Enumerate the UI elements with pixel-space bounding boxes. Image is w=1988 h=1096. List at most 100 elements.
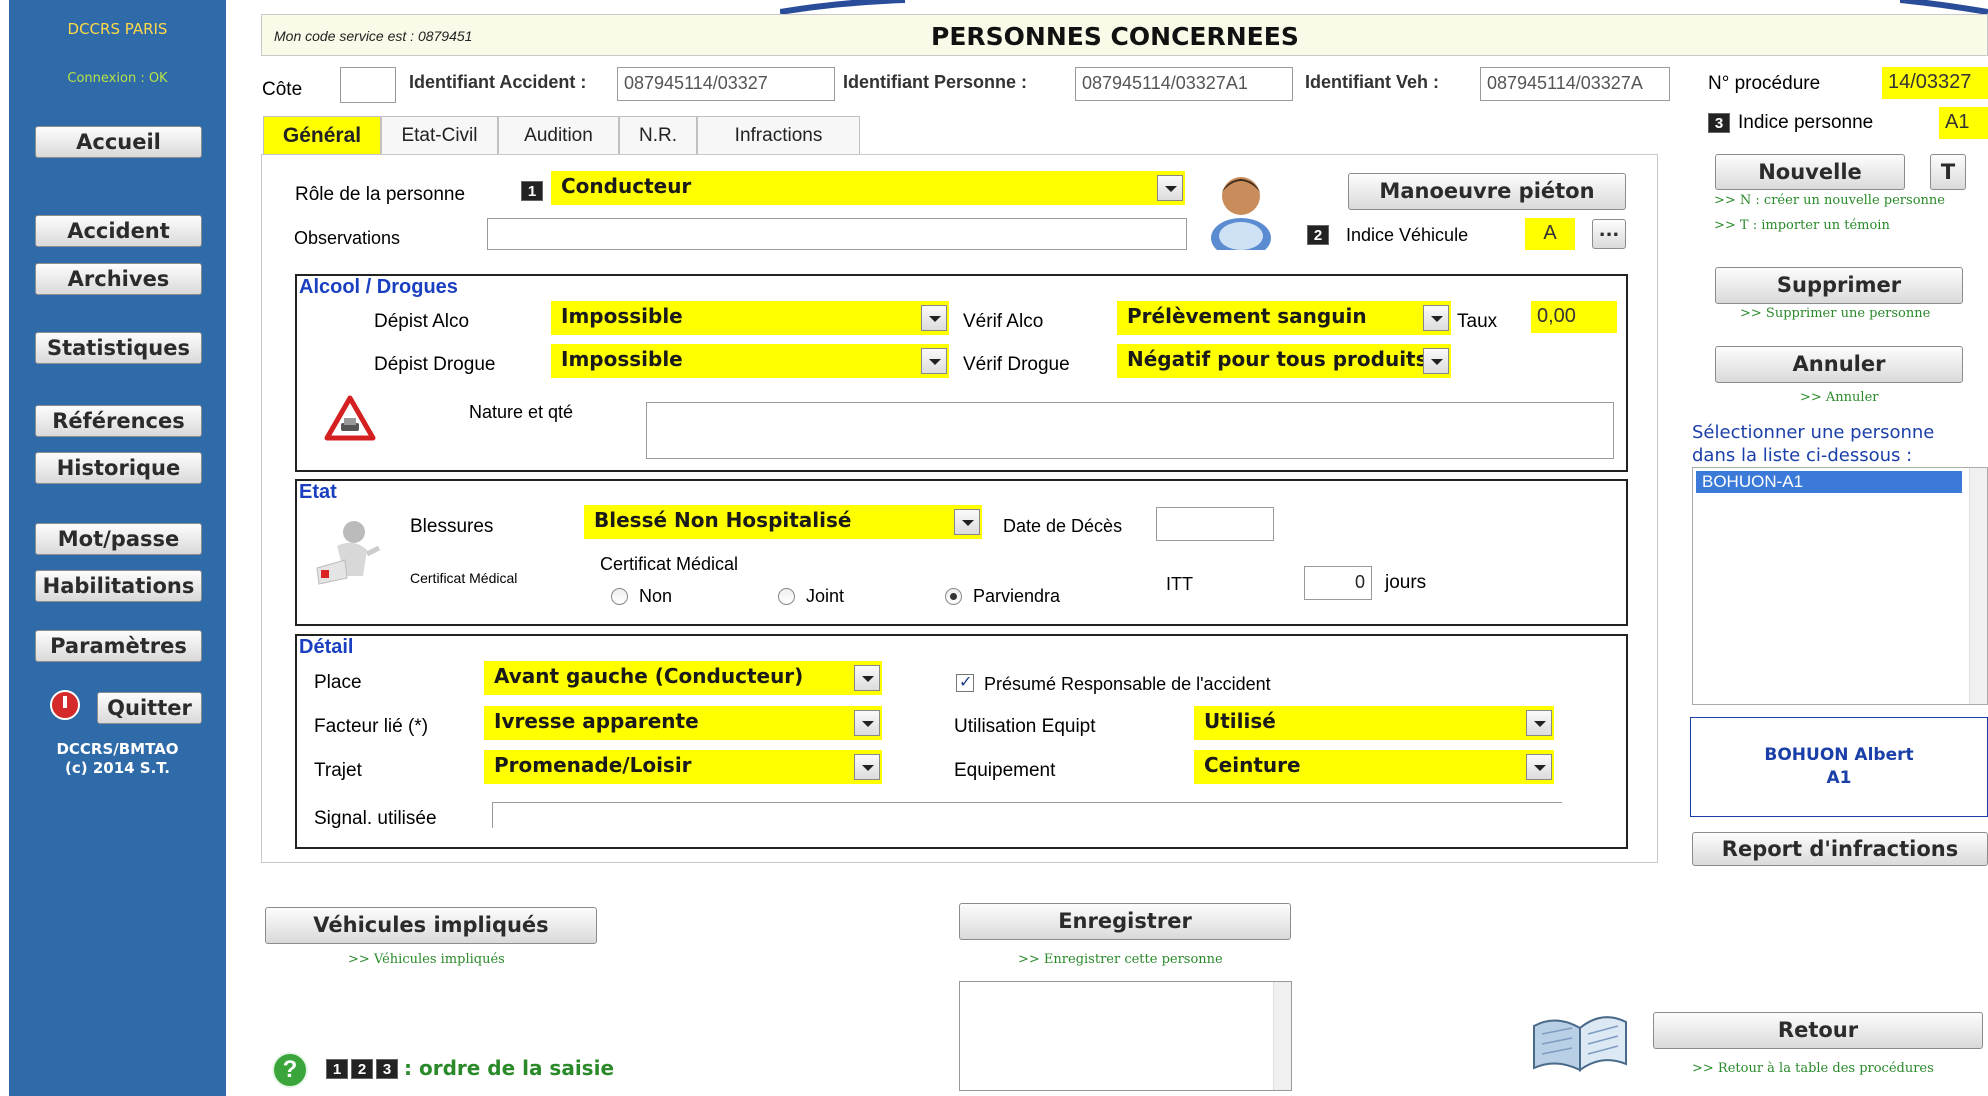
retour-button[interactable]: Retour bbox=[1653, 1012, 1983, 1049]
tab-etat-civil[interactable]: Etat-Civil bbox=[381, 116, 498, 155]
parametres-button[interactable]: Paramètres bbox=[35, 630, 202, 662]
role-value: Conducteur bbox=[561, 174, 692, 198]
tab-audition[interactable]: Audition bbox=[498, 116, 619, 155]
motpasse-button[interactable]: Mot/passe bbox=[35, 523, 202, 555]
accueil-button[interactable]: Accueil bbox=[35, 126, 202, 158]
depist-alco-combo[interactable]: Impossible bbox=[551, 301, 949, 335]
personne-id-label: Identifiant Personne : bbox=[843, 72, 1028, 92]
nature-field[interactable] bbox=[646, 402, 1614, 459]
textarea-scrollbar[interactable] bbox=[1273, 982, 1291, 1090]
header-arc-right bbox=[1900, 0, 1988, 14]
chevron-down-icon[interactable] bbox=[921, 305, 947, 331]
radio-parviendra[interactable] bbox=[945, 588, 962, 605]
facteur-combo[interactable]: Ivresse apparente bbox=[484, 706, 882, 740]
tab-infractions[interactable]: Infractions bbox=[697, 116, 860, 155]
vehicules-impliques-button[interactable]: Véhicules impliqués bbox=[265, 907, 597, 944]
utilisation-combo[interactable]: Utilisé bbox=[1194, 706, 1554, 740]
taux-field[interactable]: 0,00 bbox=[1531, 301, 1617, 333]
blessures-combo[interactable]: Blessé Non Hospitalisé bbox=[584, 505, 982, 539]
place-label: Place bbox=[314, 672, 362, 693]
equipement-combo[interactable]: Ceinture bbox=[1194, 750, 1554, 784]
chevron-down-icon[interactable] bbox=[1157, 175, 1183, 201]
equipement-value: Ceinture bbox=[1204, 753, 1301, 777]
nouvelle-button[interactable]: Nouvelle bbox=[1715, 154, 1905, 190]
hint-nouvelle: >> N : créer un nouvelle personne bbox=[1714, 193, 1945, 208]
archives-button[interactable]: Archives bbox=[35, 263, 202, 295]
radio-non[interactable] bbox=[611, 588, 628, 605]
procedure-field[interactable]: 14/03327 bbox=[1882, 67, 1988, 99]
historique-button[interactable]: Historique bbox=[35, 452, 202, 484]
chevron-down-icon[interactable] bbox=[1526, 710, 1552, 736]
ordre-saisie-label: : ordre de la saisie bbox=[404, 1056, 615, 1080]
power-icon[interactable] bbox=[50, 690, 80, 720]
person-list-scrollbar[interactable] bbox=[1969, 468, 1987, 704]
nature-label: Nature et qté bbox=[469, 402, 574, 422]
verif-drogue-value: Négatif pour tous produits bbox=[1127, 347, 1428, 371]
enregistrer-button[interactable]: Enregistrer bbox=[959, 903, 1291, 940]
presume-responsable-checkbox[interactable] bbox=[956, 672, 974, 692]
procedure-label: N° procédure bbox=[1708, 73, 1821, 94]
personne-id-field[interactable]: 087945114/03327A1 bbox=[1075, 67, 1293, 101]
depist-drogue-combo[interactable]: Impossible bbox=[551, 344, 949, 378]
presume-responsable-label: Présumé Responsable de l'accident bbox=[984, 674, 1271, 694]
order-badge-1: 1 bbox=[326, 1059, 348, 1079]
etat-section: Etat bbox=[295, 479, 1628, 626]
help-icon[interactable]: ? bbox=[272, 1052, 308, 1088]
radio-joint[interactable] bbox=[778, 588, 795, 605]
depist-drogue-label: Dépist Drogue bbox=[374, 354, 496, 375]
book-icon bbox=[1533, 1016, 1627, 1072]
indice-personne-field[interactable]: A1 bbox=[1939, 107, 1988, 139]
role-combo[interactable]: Conducteur bbox=[551, 171, 1185, 205]
quitter-button[interactable]: Quitter bbox=[97, 692, 202, 724]
chevron-down-icon[interactable] bbox=[954, 509, 980, 535]
itt-field[interactable]: 0 bbox=[1304, 566, 1372, 600]
accident-button[interactable]: Accident bbox=[35, 215, 202, 247]
detail-title: Détail bbox=[299, 636, 354, 658]
verif-drogue-combo[interactable]: Négatif pour tous produits bbox=[1117, 344, 1451, 378]
trajet-combo[interactable]: Promenade/Loisir bbox=[484, 750, 882, 784]
indice-vehicule-more-button[interactable]: ... bbox=[1592, 219, 1626, 249]
alcool-title: Alcool / Drogues bbox=[299, 276, 458, 298]
chevron-down-icon[interactable] bbox=[921, 348, 947, 374]
accident-id-field[interactable]: 087945114/03327 bbox=[617, 67, 835, 101]
depist-alco-label: Dépist Alco bbox=[374, 311, 470, 332]
tab-general[interactable]: Général bbox=[263, 116, 381, 155]
tab-nr[interactable]: N.R. bbox=[619, 116, 697, 155]
chevron-down-icon[interactable] bbox=[1526, 754, 1552, 780]
list-item[interactable]: BOHUON-A1 bbox=[1696, 471, 1962, 493]
place-combo[interactable]: Avant gauche (Conducteur) bbox=[484, 661, 882, 695]
taux-label: Taux bbox=[1457, 311, 1498, 332]
place-value: Avant gauche (Conducteur) bbox=[494, 664, 804, 688]
chevron-down-icon[interactable] bbox=[854, 665, 880, 691]
report-infractions-button[interactable]: Report d'infractions bbox=[1692, 832, 1988, 866]
veh-id-field[interactable]: 087945114/03327A bbox=[1480, 67, 1670, 101]
verif-alco-combo[interactable]: Prélèvement sanguin bbox=[1117, 301, 1451, 335]
date-deces-field[interactable] bbox=[1156, 507, 1274, 541]
trajet-value: Promenade/Loisir bbox=[494, 753, 692, 777]
observations-field[interactable] bbox=[487, 218, 1187, 250]
indice-vehicule-field[interactable]: A bbox=[1525, 218, 1575, 250]
enregistrer-textarea[interactable] bbox=[959, 981, 1292, 1091]
verif-alco-label: Vérif Alco bbox=[963, 311, 1044, 332]
signal-field[interactable] bbox=[492, 802, 1562, 828]
chevron-down-icon[interactable] bbox=[1423, 305, 1449, 331]
annuler-button[interactable]: Annuler bbox=[1715, 346, 1963, 383]
chevron-down-icon[interactable] bbox=[854, 754, 880, 780]
chevron-down-icon[interactable] bbox=[854, 710, 880, 736]
blessures-label: Blessures bbox=[410, 516, 494, 537]
references-button[interactable]: Références bbox=[35, 405, 202, 437]
habilitations-button[interactable]: Habilitations bbox=[35, 570, 202, 602]
certificat-label: Certificat Médical bbox=[600, 554, 739, 574]
manoeuvre-pieton-button[interactable]: Manoeuvre piéton bbox=[1348, 173, 1626, 210]
selected-person-name: BOHUON Albert bbox=[1764, 745, 1914, 765]
supprimer-button[interactable]: Supprimer bbox=[1715, 267, 1963, 304]
importer-temoin-button[interactable]: T bbox=[1930, 154, 1966, 190]
person-list[interactable]: BOHUON-A1 bbox=[1692, 467, 1988, 705]
date-deces-label: Date de Décès bbox=[1003, 516, 1123, 536]
hint-annuler: >> Annuler bbox=[1800, 390, 1879, 405]
statistiques-button[interactable]: Statistiques bbox=[35, 332, 202, 364]
chevron-down-icon[interactable] bbox=[1423, 348, 1449, 374]
depist-alco-value: Impossible bbox=[561, 304, 683, 328]
cote-field[interactable] bbox=[340, 67, 396, 103]
hint-retour: >> Retour à la table des procédures bbox=[1692, 1061, 1934, 1076]
